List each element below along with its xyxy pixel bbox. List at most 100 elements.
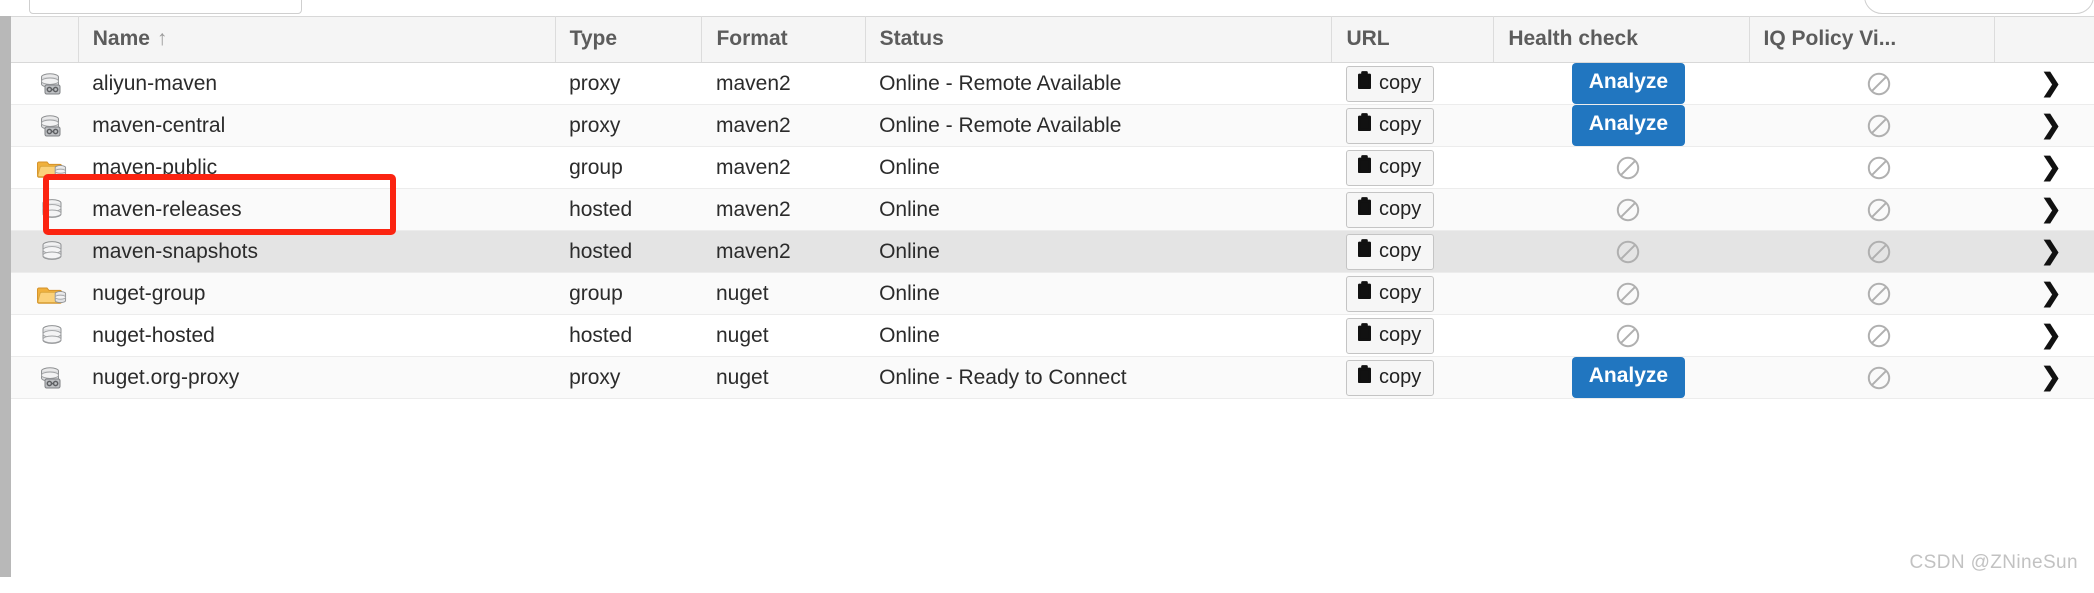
table-row[interactable]: maven-central proxy maven2 Online - Remo… bbox=[11, 104, 2094, 147]
cell-name[interactable]: maven-central bbox=[78, 104, 556, 147]
cell-status: Online bbox=[865, 272, 1332, 315]
not-applicable-icon bbox=[1866, 281, 1892, 305]
analyze-button[interactable]: Analyze bbox=[1571, 105, 1686, 146]
copy-url-button[interactable]: copy bbox=[1345, 275, 1435, 312]
copy-url-button[interactable]: copy bbox=[1345, 191, 1435, 228]
cell-name[interactable]: maven-snapshots bbox=[78, 230, 556, 273]
cell-name[interactable]: nuget.org-proxy bbox=[78, 356, 556, 399]
cell-format: nuget bbox=[701, 272, 866, 315]
analyze-button[interactable]: Analyze bbox=[1571, 357, 1686, 398]
table-row[interactable]: maven-releases hosted maven2 Online copy… bbox=[11, 188, 2094, 231]
table-row[interactable]: nuget-hosted hosted nuget Online copy ❯ bbox=[11, 314, 2094, 357]
cell-type: hosted bbox=[555, 230, 702, 273]
cell-name[interactable]: nuget-hosted bbox=[78, 314, 556, 357]
cell-row-expand: ❯ bbox=[1994, 272, 2094, 315]
cell-repository-type-icon bbox=[11, 272, 79, 315]
column-header-health-check-label: Health check bbox=[1508, 27, 1638, 50]
clipboard-icon bbox=[1357, 112, 1372, 138]
top-chrome-strip bbox=[0, 0, 2094, 16]
copy-url-button[interactable]: copy bbox=[1345, 317, 1435, 354]
cell-format: maven2 bbox=[701, 146, 866, 189]
cell-format: maven2 bbox=[701, 230, 866, 273]
cell-status: Online bbox=[865, 188, 1332, 231]
cell-iq-policy-violations bbox=[1749, 146, 1995, 189]
copy-url-button[interactable]: copy bbox=[1345, 149, 1435, 186]
cell-format: nuget bbox=[701, 314, 866, 357]
column-header-name-label: Name bbox=[92, 27, 150, 50]
clipboard-icon bbox=[1357, 238, 1372, 264]
chevron-right-icon[interactable]: ❯ bbox=[2041, 70, 2062, 96]
left-scroll-gutter[interactable] bbox=[0, 16, 11, 577]
cell-name[interactable]: maven-releases bbox=[78, 188, 556, 231]
chevron-right-icon[interactable]: ❯ bbox=[2041, 364, 2062, 390]
table-row[interactable]: maven-public group maven2 Online copy ❯ bbox=[11, 146, 2094, 189]
cell-repository-type-icon bbox=[11, 62, 79, 105]
copy-url-button-label: copy bbox=[1378, 197, 1422, 220]
chevron-right-icon[interactable]: ❯ bbox=[2041, 112, 2062, 138]
analyze-button[interactable]: Analyze bbox=[1571, 63, 1686, 104]
chevron-right-icon[interactable]: ❯ bbox=[2041, 196, 2062, 222]
clipboard-icon bbox=[1357, 70, 1372, 96]
cell-url: copy bbox=[1331, 62, 1494, 105]
copy-url-button[interactable]: copy bbox=[1345, 359, 1435, 396]
not-applicable-icon bbox=[1866, 113, 1892, 137]
cell-format: nuget bbox=[701, 356, 866, 399]
cell-health-check: Analyze bbox=[1493, 356, 1750, 399]
search-input[interactable] bbox=[1864, 0, 2094, 14]
column-header-iq-policy-violations[interactable]: IQ Policy Vi... bbox=[1749, 16, 1995, 63]
cell-repository-type-icon bbox=[11, 356, 79, 399]
cell-url: copy bbox=[1331, 146, 1494, 189]
table-row[interactable]: maven-snapshots hosted maven2 Online cop… bbox=[11, 230, 2094, 273]
cell-name[interactable]: nuget-group bbox=[78, 272, 556, 315]
column-header-status[interactable]: Status bbox=[865, 16, 1333, 63]
cell-url: copy bbox=[1331, 188, 1494, 231]
copy-url-button-label: copy bbox=[1378, 239, 1422, 262]
cell-row-expand: ❯ bbox=[1994, 146, 2094, 189]
chevron-right-icon[interactable]: ❯ bbox=[2041, 154, 2062, 180]
column-header-url[interactable]: URL bbox=[1331, 16, 1495, 63]
cell-iq-policy-violations bbox=[1749, 272, 1995, 315]
table-header-row: Name ↑ Type Format Status URL Health che… bbox=[11, 16, 2094, 63]
not-applicable-icon bbox=[1866, 197, 1892, 221]
copy-url-button[interactable]: copy bbox=[1345, 65, 1435, 102]
clipboard-icon bbox=[1357, 196, 1372, 222]
column-header-type[interactable]: Type bbox=[555, 16, 703, 63]
table-row[interactable]: aliyun-maven proxy maven2 Online - Remot… bbox=[11, 62, 2094, 105]
not-applicable-icon bbox=[1615, 197, 1641, 221]
cell-iq-policy-violations bbox=[1749, 104, 1995, 147]
repositories-screen: Name ↑ Type Format Status URL Health che… bbox=[0, 0, 2094, 593]
copy-url-button-label: copy bbox=[1378, 113, 1422, 136]
column-header-health-check[interactable]: Health check bbox=[1493, 16, 1750, 63]
chevron-right-icon[interactable]: ❯ bbox=[2041, 322, 2062, 348]
not-applicable-icon bbox=[1615, 239, 1641, 263]
cell-format: maven2 bbox=[701, 104, 866, 147]
cell-url: copy bbox=[1331, 356, 1494, 399]
column-header-format[interactable]: Format bbox=[701, 16, 866, 63]
filter-input[interactable] bbox=[29, 0, 302, 14]
chevron-right-icon[interactable]: ❯ bbox=[2041, 280, 2062, 306]
chevron-right-icon[interactable]: ❯ bbox=[2041, 238, 2062, 264]
copy-url-button[interactable]: copy bbox=[1345, 233, 1435, 270]
not-applicable-icon bbox=[1866, 155, 1892, 179]
not-applicable-icon bbox=[1615, 323, 1641, 347]
cell-health-check: Analyze bbox=[1493, 62, 1750, 105]
copy-url-button[interactable]: copy bbox=[1345, 107, 1435, 144]
cell-health-check bbox=[1493, 230, 1750, 273]
cell-repository-type-icon bbox=[11, 146, 79, 189]
cell-iq-policy-violations bbox=[1749, 314, 1995, 357]
column-header-icon bbox=[11, 16, 79, 63]
not-applicable-icon bbox=[1615, 281, 1641, 305]
cell-iq-policy-violations bbox=[1749, 356, 1995, 399]
column-header-name[interactable]: Name ↑ bbox=[78, 16, 556, 63]
table-row[interactable]: nuget-group group nuget Online copy ❯ bbox=[11, 272, 2094, 315]
cell-iq-policy-violations bbox=[1749, 62, 1995, 105]
column-header-format-label: Format bbox=[716, 27, 788, 50]
table-row[interactable]: nuget.org-proxy proxy nuget Online - Rea… bbox=[11, 356, 2094, 399]
cell-format: maven2 bbox=[701, 188, 866, 231]
cell-row-expand: ❯ bbox=[1994, 62, 2094, 105]
cell-url: copy bbox=[1331, 104, 1494, 147]
cell-name[interactable]: maven-public bbox=[78, 146, 556, 189]
watermark: CSDN @ZNineSun bbox=[1909, 552, 2078, 573]
cell-health-check bbox=[1493, 146, 1750, 189]
cell-name[interactable]: aliyun-maven bbox=[78, 62, 556, 105]
